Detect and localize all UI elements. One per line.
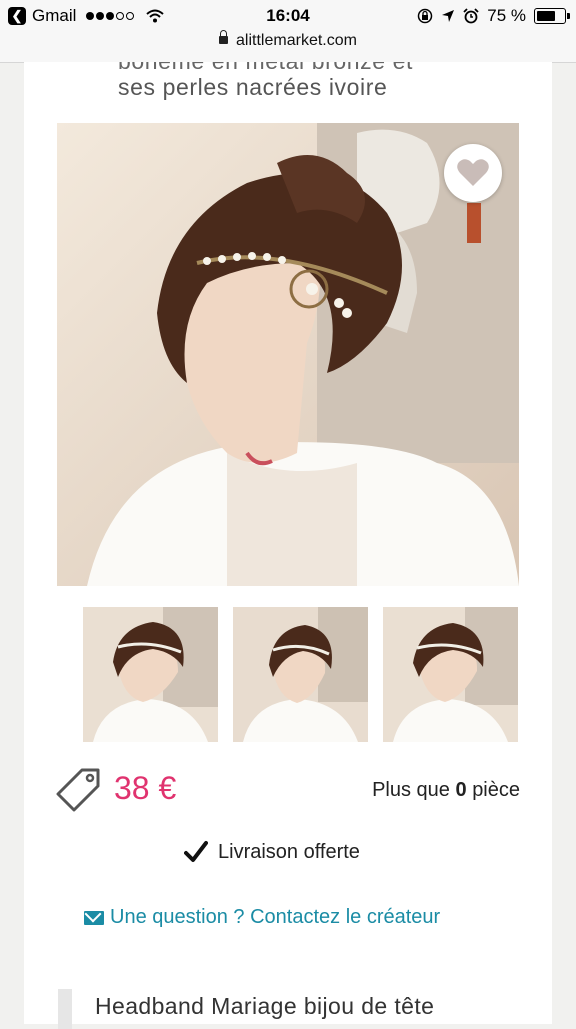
status-icons: 75 %	[417, 6, 570, 26]
product-card: bohème en métal bronze et ses perles nac…	[24, 62, 552, 1029]
stock-suffix: pièce	[472, 779, 520, 801]
location-arrow-icon	[442, 10, 455, 22]
stock-prefix: Plus que	[372, 779, 450, 801]
battery-icon	[534, 8, 570, 24]
contact-label: Une question ? Contactez le créateur	[110, 906, 441, 928]
mail-icon	[84, 910, 104, 925]
url-domain: alittlemarket.com	[236, 32, 357, 49]
alarm-icon	[463, 8, 479, 24]
stock-count: 0	[455, 779, 467, 801]
product-title-line2: ses perles nacrées ivoire	[118, 74, 388, 100]
lock-icon	[219, 30, 229, 44]
thumbnail-2[interactable]	[233, 607, 368, 742]
tag-icon	[56, 768, 100, 812]
contact-creator-link[interactable]: Une question ? Contactez le créateur	[84, 906, 440, 929]
heart-icon	[457, 159, 489, 186]
price: 38 €	[114, 770, 177, 806]
rotation-lock-icon	[418, 8, 433, 24]
url-bar[interactable]: alittlemarket.com	[0, 30, 576, 63]
delivery-info: Livraison offerte	[184, 840, 360, 864]
section-marker	[58, 989, 72, 1029]
status-bar: ❮ Gmail 16:04 75 %	[0, 0, 576, 32]
section-title: Headband Mariage bijou de tête	[95, 993, 435, 1019]
thumbnail-3[interactable]	[383, 607, 518, 742]
battery-percent: 75 %	[487, 6, 526, 25]
price-row: 38 € Plus que 0 pièce	[56, 762, 520, 818]
checkmark-icon	[184, 841, 208, 862]
delivery-label: Livraison offerte	[218, 840, 360, 863]
thumbnail-1[interactable]	[83, 607, 218, 742]
stock-info: Plus que 0 pièce	[372, 779, 520, 802]
favorite-button[interactable]	[444, 144, 502, 202]
